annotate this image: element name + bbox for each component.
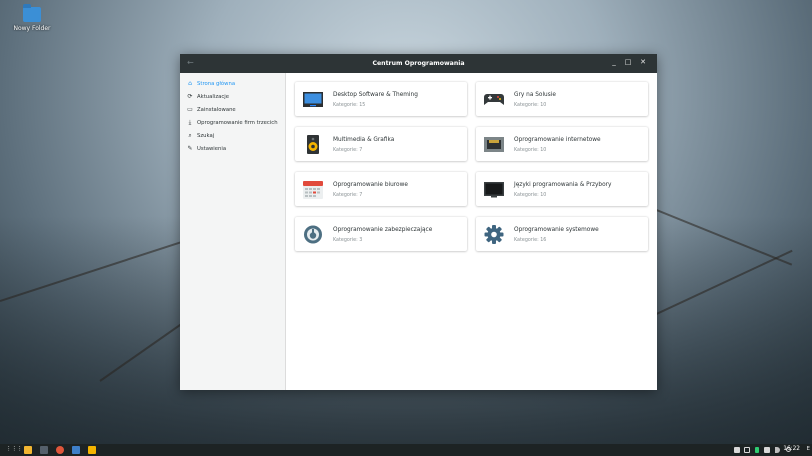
category-name: Gry na Solusie: [514, 92, 556, 98]
desktop-folder-label: Nowy Folder: [13, 25, 51, 32]
category-name: Oprogramowanie internetowe: [514, 137, 601, 143]
sidebar-item-label: Zainstalowane: [197, 106, 236, 113]
download-icon: ⤓: [188, 118, 192, 126]
sidebar-item-search[interactable]: ⌕ Szukaj: [180, 129, 285, 142]
category-card-desktop[interactable]: Desktop Software & Theming Kategorie: 15: [295, 82, 467, 116]
category-card-system[interactable]: Oprogramowanie systemowe Kategorie: 16: [476, 217, 648, 251]
category-name: Oprogramowanie zabezpieczające: [333, 227, 433, 233]
category-count: Kategorie: 7: [333, 148, 363, 153]
category-count: Kategorie: 15: [333, 103, 366, 108]
desktop-icon: [303, 90, 323, 109]
sidebar-item-label: Oprogramowanie firm trzecich: [197, 119, 278, 126]
sidebar-item-home[interactable]: ⌂ Strona główna: [180, 77, 285, 90]
sidebar-item-label: Ustawienia: [197, 145, 227, 152]
gamepad-icon: [484, 90, 504, 109]
category-count: Kategorie: 7: [333, 193, 363, 198]
sidebar-item-third-party[interactable]: ⤓ Oprogramowanie firm trzecich: [180, 116, 285, 129]
search-icon: ⌕: [188, 131, 192, 139]
category-card-internet[interactable]: Oprogramowanie internetowe Kategorie: 10: [476, 127, 648, 161]
close-button[interactable]: ✕: [638, 58, 648, 66]
category-card-multimedia[interactable]: Multimedia & Grafika Kategorie: 7: [295, 127, 467, 161]
maximize-button[interactable]: □: [623, 58, 633, 66]
desktop-folder[interactable]: Nowy Folder: [10, 4, 54, 32]
gear-icon: [484, 225, 504, 244]
sidebar-item-installed[interactable]: ▭ Zainstalowane: [180, 103, 285, 116]
network-icon: [484, 135, 504, 154]
notification-tray-icon[interactable]: [755, 447, 759, 453]
battery-tray-icon[interactable]: [764, 447, 770, 453]
sidebar-item-label: Strona główna: [197, 80, 236, 87]
category-count: Kategorie: 10: [514, 148, 547, 153]
software-center-window: ← Centrum Oprogramowania _ □ ✕ ⌂ Strona …: [180, 54, 657, 390]
media-icon[interactable]: [88, 446, 96, 454]
category-name: Multimedia & Grafika: [333, 137, 395, 143]
network-tray-icon[interactable]: [734, 447, 740, 453]
app-menu-button[interactable]: ⋮⋮⋮: [6, 446, 23, 452]
window-title: Centrum Oprogramowania: [372, 60, 465, 67]
category-count: Kategorie: 3: [333, 238, 363, 243]
category-name: Języki programowania & Przybory: [514, 182, 612, 188]
category-card-office[interactable]: Oprogramowanie biurowe Kategorie: 7: [295, 172, 467, 206]
category-count: Kategorie: 16: [514, 238, 547, 243]
sidebar-item-label: Aktualizacje: [197, 93, 229, 100]
browser-icon[interactable]: [56, 446, 64, 454]
monitor-icon: ▭: [187, 106, 193, 113]
category-name: Desktop Software & Theming: [333, 92, 418, 98]
category-card-programming[interactable]: Języki programowania & Przybory Kategori…: [476, 172, 648, 206]
minimize-button[interactable]: _: [609, 58, 619, 66]
home-icon: ⌂: [188, 80, 192, 87]
category-count: Kategorie: 10: [514, 103, 547, 108]
calendar-icon: [303, 180, 323, 199]
sidebar-item-updates[interactable]: ⟳ Aktualizacje: [180, 90, 285, 103]
security-icon: [303, 225, 323, 244]
display-tray-icon[interactable]: [744, 447, 750, 453]
show-desktop-button[interactable]: E: [807, 446, 810, 452]
category-count: Kategorie: 10: [514, 193, 547, 198]
sidebar-item-label: Szukaj: [197, 132, 215, 139]
category-grid: Desktop Software & Theming Kategorie: 15…: [286, 73, 657, 390]
window-titlebar[interactable]: ← Centrum Oprogramowania _ □ ✕: [180, 54, 657, 73]
category-card-security[interactable]: Oprogramowanie zabezpieczające Kategorie…: [295, 217, 467, 251]
volume-tray-icon[interactable]: [775, 447, 780, 453]
terminal-launcher-icon[interactable]: [40, 446, 48, 454]
speaker-icon: [303, 135, 323, 154]
sidebar-item-settings[interactable]: ✎ Ustawienia: [180, 142, 285, 155]
folder-icon: [23, 4, 41, 22]
settings-icon: ✎: [187, 145, 193, 152]
file-manager-icon[interactable]: [24, 446, 32, 454]
category-card-games[interactable]: Gry na Solusie Kategorie: 10: [476, 82, 648, 116]
updates-icon: ⟳: [187, 93, 193, 100]
clock[interactable]: 16:22: [783, 446, 800, 452]
taskbar: ⋮⋮⋮ 16:22 E: [0, 444, 812, 456]
sidebar: ⌂ Strona główna ⟳ Aktualizacje ▭ Zainsta…: [180, 73, 286, 390]
software-center-icon[interactable]: [72, 446, 80, 454]
category-name: Oprogramowanie systemowe: [514, 227, 599, 233]
category-name: Oprogramowanie biurowe: [333, 182, 408, 188]
terminal-icon: [484, 180, 504, 199]
